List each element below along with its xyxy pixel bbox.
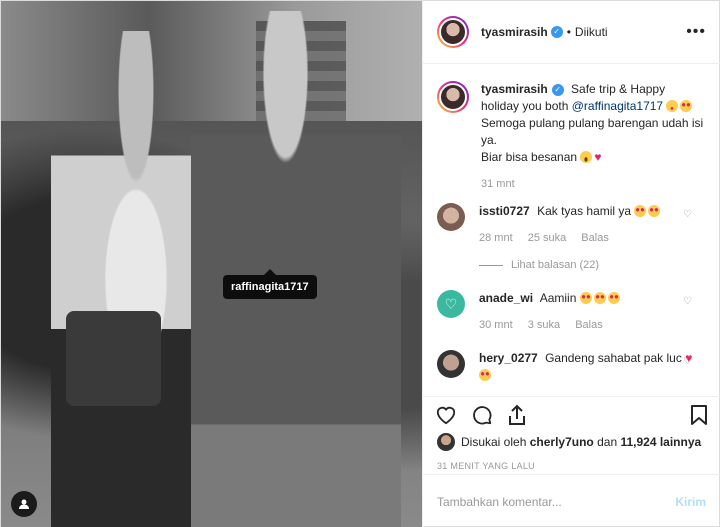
add-comment-bar: Kirim bbox=[423, 474, 720, 527]
photo-handbag bbox=[66, 311, 161, 406]
verified-badge-icon: ✓ bbox=[551, 83, 564, 96]
caption-line-2: Semoga pulang pulang barengan udah isi y… bbox=[481, 116, 704, 147]
comment-item: ♡ anade_wi Aamiin 30 mnt 3 suka Balas ♡ bbox=[437, 290, 706, 334]
comment-like-heart-icon[interactable]: ♡ bbox=[683, 356, 692, 367]
caption: tyasmirasih ✓ Safe trip & Happy holiday y… bbox=[437, 81, 706, 193]
comment-username[interactable]: issti0727 bbox=[479, 204, 530, 218]
heart-eyes-emoji-icon bbox=[479, 369, 491, 381]
verified-badge-icon: ✓ bbox=[550, 26, 563, 38]
caption-line-3: Biar bisa besanan bbox=[481, 150, 578, 164]
kiss-emoji-icon bbox=[666, 100, 679, 112]
heart-eyes-emoji-icon bbox=[593, 292, 606, 304]
view-replies-button[interactable]: Lihat balasan (22) bbox=[479, 257, 706, 274]
post-timestamp[interactable]: 31 MENIT YANG LALU bbox=[437, 461, 535, 471]
photo-man bbox=[191, 11, 401, 527]
post-modal: raffinagita1717 tyasmirasih ✓ • Diikuti … bbox=[0, 0, 720, 527]
caption-time[interactable]: 31 mnt bbox=[481, 178, 515, 190]
post-header: tyasmirasih ✓ • Diikuti ••• bbox=[423, 1, 720, 64]
comment-avatar[interactable] bbox=[437, 203, 465, 231]
comment-reply-button[interactable]: Balas bbox=[581, 232, 609, 244]
post-photo[interactable]: raffinagita1717 bbox=[1, 1, 422, 527]
caption-avatar[interactable] bbox=[437, 81, 469, 113]
like-heart-icon[interactable] bbox=[435, 405, 457, 429]
author-username[interactable]: tyasmirasih bbox=[481, 25, 548, 39]
caption-mention-link[interactable]: @raffinagita1717 bbox=[572, 99, 663, 113]
comment-text: Kak tyas hamil ya bbox=[537, 204, 632, 218]
comment-time[interactable]: 28 mnt bbox=[479, 232, 513, 244]
comment-text: Gandeng sahabat pak luc bbox=[545, 351, 682, 365]
bookmark-icon[interactable] bbox=[690, 404, 708, 430]
tagged-users-icon[interactable] bbox=[11, 491, 37, 517]
user-tag[interactable]: raffinagita1717 bbox=[223, 269, 317, 299]
comment-avatar[interactable] bbox=[437, 350, 465, 378]
heart-eyes-emoji-icon bbox=[648, 205, 661, 217]
author-avatar[interactable] bbox=[437, 16, 469, 48]
comment-like-heart-icon[interactable]: ♡ bbox=[683, 209, 692, 220]
comment-like-heart-icon[interactable]: ♡ bbox=[683, 296, 692, 307]
comment-text: Aamiin bbox=[539, 291, 577, 305]
comment-time[interactable]: 30 mnt bbox=[479, 319, 513, 331]
share-icon[interactable] bbox=[507, 404, 527, 430]
heart-eyes-emoji-icon bbox=[680, 100, 693, 112]
likes-count-button[interactable]: 11,924 lainnya bbox=[620, 435, 701, 449]
likes-mid: dan bbox=[597, 435, 618, 449]
post-actions bbox=[423, 396, 720, 430]
comment-like-count[interactable]: 25 suka bbox=[528, 232, 567, 244]
likes-summary: Disukai oleh cherly7uno dan 11,924 lainn… bbox=[437, 433, 701, 451]
heart-eyes-emoji-icon bbox=[607, 292, 620, 304]
laughing-emoji-icon bbox=[580, 151, 593, 163]
follow-status-button[interactable]: Diikuti bbox=[575, 25, 608, 39]
likes-prefix: Disukai oleh bbox=[461, 435, 527, 449]
comment-reply-button[interactable]: Balas bbox=[575, 319, 603, 331]
caption-username[interactable]: tyasmirasih bbox=[481, 82, 548, 96]
comment-item: issti0727 Kak tyas hamil ya 28 mnt 25 su… bbox=[437, 203, 706, 274]
comment-username[interactable]: hery_0277 bbox=[479, 351, 538, 365]
comment-like-count[interactable]: 3 suka bbox=[528, 319, 560, 331]
heart-eyes-emoji-icon bbox=[634, 205, 647, 217]
comment-bubble-icon[interactable] bbox=[471, 404, 493, 430]
separator-dot: • bbox=[566, 25, 571, 39]
post-side-panel: tyasmirasih ✓ • Diikuti ••• tyasmirasih ✓… bbox=[422, 1, 720, 527]
heart-eyes-emoji-icon bbox=[579, 292, 592, 304]
comment-avatar[interactable]: ♡ bbox=[437, 290, 465, 318]
comments-list[interactable]: tyasmirasih ✓ Safe trip & Happy holiday y… bbox=[423, 65, 720, 395]
red-heart-icon: ♥ bbox=[594, 150, 602, 164]
post-comment-button[interactable]: Kirim bbox=[675, 495, 706, 509]
comment-username[interactable]: anade_wi bbox=[479, 291, 533, 305]
more-options-icon[interactable]: ••• bbox=[686, 23, 706, 41]
liker-username[interactable]: cherly7uno bbox=[530, 435, 594, 449]
comment-input[interactable] bbox=[437, 494, 676, 509]
comment-item: hery_0277 Gandeng sahabat pak luc ♥ ♡ bbox=[437, 350, 706, 384]
liker-avatar[interactable] bbox=[437, 433, 455, 451]
